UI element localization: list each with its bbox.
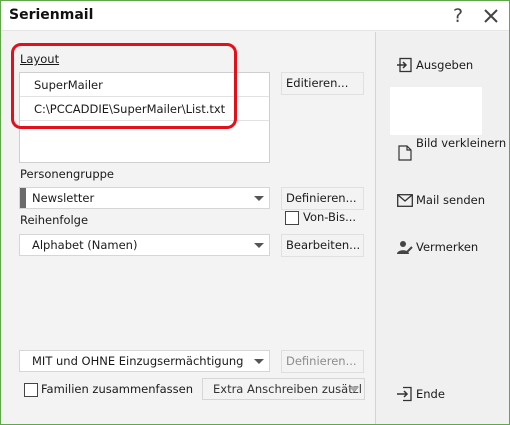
ende-button[interactable]: Ende [396, 383, 445, 405]
bild-verkleinern-label: Bild verkleinern [416, 136, 507, 150]
close-button[interactable] [478, 4, 504, 28]
document-icon [396, 144, 413, 161]
action-sidebar: Ausgeben Bild verkleinern Mail senden Ve… [375, 32, 509, 424]
ausgeben-button[interactable]: Ausgeben [396, 54, 473, 76]
reihenfolge-label: Reihenfolge [20, 213, 89, 227]
title-bar: Serienmail ? [1, 1, 509, 31]
chevron-down-icon [349, 387, 359, 392]
mail-senden-label: Mail senden [416, 193, 486, 207]
bearbeiten-button[interactable]: Bearbeiten... [281, 234, 364, 257]
main-panel: Layout SuperMailer C:\PCCADDIE\SuperMail… [1, 32, 375, 424]
reihenfolge-value: Alphabet (Namen) [32, 238, 138, 252]
group-color-marker [20, 188, 26, 208]
von-bis-label: Von-Bis... [303, 210, 357, 224]
export-icon [396, 57, 413, 74]
close-icon [484, 9, 498, 23]
vermerken-button[interactable]: Vermerken [396, 236, 478, 258]
einzug-definieren-button[interactable]: Definieren... [281, 350, 364, 373]
extra-anschreiben-value: Extra Anschreiben zusätzl [213, 382, 362, 396]
personengruppe-select[interactable]: Newsletter [19, 187, 270, 209]
help-button[interactable]: ? [445, 4, 471, 28]
reihenfolge-select[interactable]: Alphabet (Namen) [19, 234, 270, 256]
window-title: Serienmail [9, 7, 94, 23]
question-mark-icon: ? [452, 5, 464, 27]
ende-label: Ende [416, 387, 445, 401]
mail-icon [396, 192, 413, 209]
serienmail-dialog: Serienmail ? Layout SuperMailer C:\PCCAD… [0, 0, 510, 425]
exit-icon [396, 386, 413, 403]
image-preview [390, 87, 482, 135]
chevron-down-icon [254, 359, 264, 364]
von-bis-checkbox[interactable] [285, 211, 299, 225]
red-highlight-annotation [11, 43, 237, 129]
personengruppe-label: Personengruppe [20, 167, 114, 181]
chevron-down-icon [254, 196, 264, 201]
chevron-down-icon [254, 243, 264, 248]
vermerken-label: Vermerken [416, 240, 479, 254]
familien-label: Familien zusammenfassen [41, 382, 193, 396]
personengruppe-value: Newsletter [32, 191, 95, 205]
mail-senden-button[interactable]: Mail senden [396, 189, 485, 211]
ausgeben-label: Ausgeben [416, 58, 474, 72]
editieren-button[interactable]: Editieren... [281, 72, 364, 95]
user-edit-icon [396, 239, 413, 256]
extra-anschreiben-select[interactable]: Extra Anschreiben zusätzl [202, 378, 365, 400]
definieren-button[interactable]: Definieren... [281, 187, 364, 210]
bild-verkleinern-button[interactable]: Bild verkleinern [396, 136, 507, 161]
familien-checkbox[interactable] [24, 383, 38, 397]
einzug-select[interactable]: MIT und OHNE Einzugsermächtigung [19, 350, 270, 372]
einzug-value: MIT und OHNE Einzugsermächtigung [32, 354, 244, 368]
